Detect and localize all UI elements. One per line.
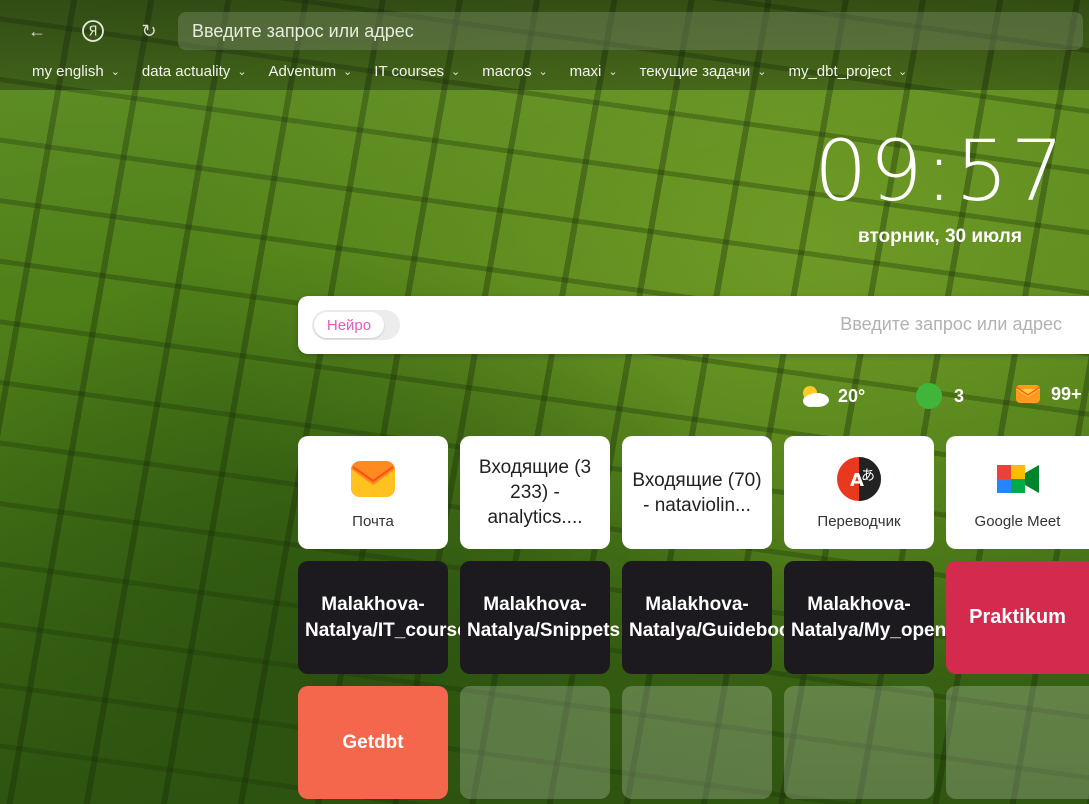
bookmark-folder-adventum[interactable]: Adventum ⌄ bbox=[269, 63, 353, 80]
svg-text:あ: あ bbox=[861, 468, 875, 484]
tile-title: Входящие (70) - nataviolin... bbox=[632, 469, 762, 516]
tile-empty-slot[interactable] bbox=[784, 686, 934, 799]
tile-getdbt[interactable]: Getdbt bbox=[298, 686, 448, 799]
bookmark-label: текущие задачи bbox=[639, 62, 751, 80]
bookmark-folder-current-tasks[interactable]: текущие задачи ⌄ bbox=[640, 63, 767, 80]
tile-github-my-open-tex[interactable]: Malakhova-Natalya/My_open_tex... bbox=[784, 561, 1001, 674]
tile-label: Почта bbox=[352, 513, 394, 530]
browser-toolbar: ← Я ↻ Введите запрос или адрес my englis… bbox=[0, 0, 1089, 90]
traffic-score: 3 bbox=[954, 385, 965, 406]
reload-icon[interactable]: ↻ bbox=[136, 18, 162, 44]
tile-empty-slot[interactable] bbox=[622, 686, 772, 799]
chevron-down-icon: ⌄ bbox=[757, 65, 767, 78]
tile-github-guidebook[interactable]: Malakhova-Natalya/Guidebook:... bbox=[622, 561, 824, 674]
chevron-down-icon: ⌄ bbox=[898, 65, 908, 78]
tile-google-meet[interactable]: Google Meet bbox=[946, 436, 1089, 549]
weather-widget[interactable]: 20° bbox=[798, 383, 865, 409]
tile-title: Входящие (3 233) - analytics.... bbox=[478, 457, 592, 528]
bookmark-label: maxi bbox=[569, 62, 602, 80]
tile-title: Malakhova-Natalya/Snippets:... bbox=[467, 593, 643, 641]
bookmark-folder-macros[interactable]: macros ⌄ bbox=[482, 63, 547, 80]
chevron-down-icon: ⌄ bbox=[538, 65, 548, 78]
mail-envelope-icon bbox=[1015, 385, 1041, 403]
tile-title: Malakhova-Natalya/IT_courses:... bbox=[305, 593, 501, 641]
tile-empty-slot[interactable] bbox=[946, 686, 1089, 799]
weather-cloud-sun-icon bbox=[803, 386, 829, 407]
clock-time: 09:57 bbox=[813, 122, 1067, 220]
bookmark-folder-my-dbt-project[interactable]: my_dbt_project ⌄ bbox=[788, 63, 907, 80]
tile-label: Переводчик bbox=[817, 513, 901, 530]
bookmark-label: my english bbox=[32, 62, 104, 80]
chevron-down-icon: ⌄ bbox=[343, 65, 353, 78]
traffic-widget[interactable]: 3 bbox=[916, 383, 964, 409]
bookmark-folder-it-courses[interactable]: IT courses ⌄ bbox=[374, 63, 460, 80]
clock-date: вторник, 30 июля bbox=[858, 226, 1022, 247]
chevron-down-icon: ⌄ bbox=[110, 65, 120, 78]
tile-github-it-courses[interactable]: Malakhova-Natalya/IT_courses:... bbox=[298, 561, 501, 674]
neuro-label: Нейро bbox=[314, 312, 384, 338]
bookmark-folder-data-actuality[interactable]: data actuality ⌄ bbox=[142, 63, 247, 80]
bookmarks-bar: my english ⌄ data actuality ⌄ Adventum ⌄ IT… bbox=[0, 58, 1089, 84]
mail-widget[interactable]: 99+ bbox=[1015, 383, 1082, 405]
svg-text:Я: Я bbox=[88, 25, 97, 40]
bookmark-folder-maxi[interactable]: maxi ⌄ bbox=[570, 63, 618, 80]
tile-title: Malakhova-Natalya/My_open_tex... bbox=[791, 593, 1001, 641]
chevron-down-icon: ⌄ bbox=[237, 65, 247, 78]
bookmark-label: my_dbt_project bbox=[788, 62, 892, 80]
mail-icon bbox=[349, 455, 397, 503]
search-placeholder: Введите запрос или адрес bbox=[840, 314, 1062, 334]
address-bar[interactable]: Введите запрос или адрес bbox=[178, 12, 1083, 50]
tile-label: Google Meet bbox=[974, 513, 1061, 530]
tile-inbox-nataviolin[interactable]: Входящие (70) - nataviolin... bbox=[622, 436, 772, 549]
address-placeholder: Введите запрос или адрес bbox=[192, 20, 414, 41]
neuro-toggle[interactable]: Нейро bbox=[312, 310, 400, 340]
google-meet-icon bbox=[994, 455, 1042, 503]
bookmark-label: Adventum bbox=[268, 62, 337, 80]
weather-temp: 20° bbox=[838, 385, 866, 406]
tile-github-snippets[interactable]: Malakhova-Natalya/Snippets:... bbox=[460, 561, 643, 674]
tile-empty-slot[interactable] bbox=[460, 686, 610, 799]
chevron-down-icon: ⌄ bbox=[451, 65, 461, 78]
bookmark-folder-my-english[interactable]: my english ⌄ bbox=[32, 63, 120, 80]
mail-count: 99+ bbox=[1051, 383, 1082, 404]
bookmark-label: data actuality bbox=[141, 62, 231, 80]
tile-title: Malakhova-Natalya/Guidebook:... bbox=[629, 593, 824, 641]
translator-icon: A あ bbox=[835, 455, 883, 503]
tile-title: Praktikum bbox=[969, 606, 1066, 628]
tile-praktikum[interactable]: Praktikum bbox=[946, 561, 1089, 674]
bookmark-label: IT courses bbox=[374, 62, 445, 80]
tile-inbox-analytics[interactable]: Входящие (3 233) - analytics.... bbox=[460, 436, 610, 549]
traffic-light-icon bbox=[916, 383, 942, 409]
back-arrow-icon[interactable]: ← bbox=[24, 18, 50, 44]
tile-mail[interactable]: Почта bbox=[298, 436, 448, 549]
bookmark-label: macros bbox=[482, 62, 532, 80]
search-box[interactable]: Нейро Введите запрос или адрес bbox=[298, 296, 1089, 354]
tile-translator[interactable]: A あ Переводчик bbox=[784, 436, 934, 549]
tile-title: Getdbt bbox=[342, 731, 404, 753]
chevron-down-icon: ⌄ bbox=[608, 65, 618, 78]
yandex-logo-icon[interactable]: Я bbox=[80, 18, 106, 44]
